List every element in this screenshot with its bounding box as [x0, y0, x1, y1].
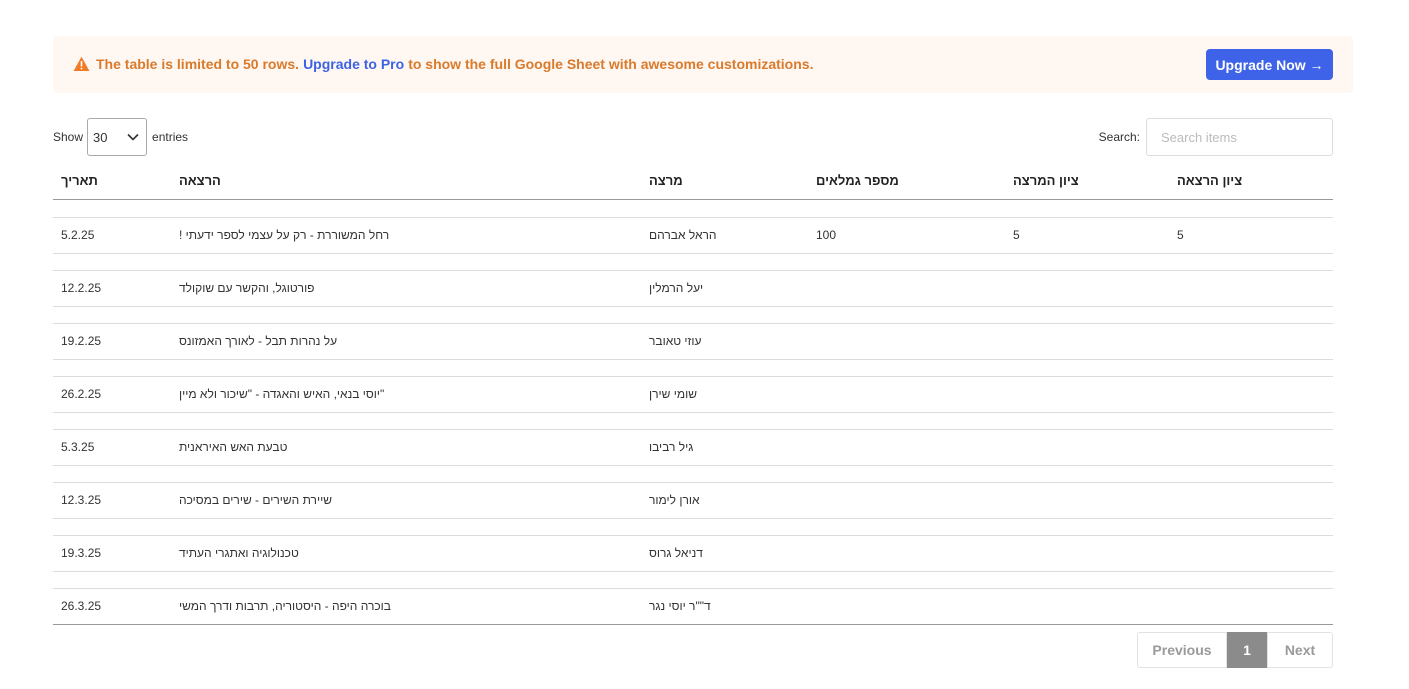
table-row: 19.2.25 על נהרות תבל - לאורך האמזונס עוזי … — [53, 323, 1333, 360]
search-input[interactable] — [1146, 118, 1333, 156]
search-control: Search: — [1099, 118, 1333, 156]
banner-message: The table is limited to 50 rows. Upgrade… — [73, 56, 813, 72]
cell-date: 12.3.25 — [61, 493, 102, 507]
data-table: תאריך הרצאה מרצה מספר גמלאים ציון המרצה … — [53, 162, 1333, 625]
cell-lecture: "יוסי בנאי, האיש והאגדה - "שיכור ולא מיי… — [179, 387, 385, 401]
header-lecture[interactable]: הרצאה — [179, 173, 221, 188]
table-body: 5.2.25 רחל המשוררת - רק על עצמי לספר ידעת… — [53, 217, 1333, 625]
upgrade-to-pro-link[interactable]: Upgrade to Pro — [303, 56, 404, 72]
cell-date: 5.2.25 — [61, 228, 95, 242]
cell-lecturer: שומי שירן — [649, 387, 697, 401]
table-row: 12.3.25 שיירת השירים - שירים במסיכה אורן ל… — [53, 482, 1333, 519]
show-label: Show — [53, 130, 84, 144]
previous-page-button[interactable]: Previous — [1137, 632, 1227, 668]
banner-text-before: The table is limited to 50 rows. — [96, 56, 300, 72]
table-row: 12.2.25 פורטוגל, והקשר עם שוקולד יעל הרמלי… — [53, 270, 1333, 307]
header-lecturer[interactable]: מרצה — [649, 173, 683, 188]
page-1-button[interactable]: 1 — [1227, 632, 1267, 668]
cell-lecture: בוכרה היפה - היסטוריה, תרבות ודרך המשי — [179, 599, 391, 613]
cell-lecturer: ד""ר יוסי נגר — [649, 599, 711, 613]
cell-lecture-score: 5 — [1177, 228, 1184, 242]
table-row: 5.3.25 טבעת האש האיראנית גיל רביבו — [53, 429, 1333, 466]
cell-lecturer: אורן לימור — [649, 493, 700, 507]
cell-lecturer-score: 5 — [1013, 228, 1020, 242]
pagination: Previous 1 Next — [1137, 632, 1333, 668]
cell-lecturer: יעל הרמלין — [649, 281, 704, 295]
table-row: 19.3.25 טכנולוגיה ואתגרי העתיד דניאל גרוס — [53, 535, 1333, 572]
cell-date: 26.3.25 — [61, 599, 102, 613]
entries-select[interactable]: 30 — [87, 118, 148, 156]
header-lecturer-score[interactable]: ציון המרצה — [1013, 173, 1079, 188]
cell-date: 5.3.25 — [61, 440, 95, 454]
cell-lecture: רחל המשוררת - רק על עצמי לספר ידעתי ! — [179, 228, 390, 242]
header-date[interactable]: תאריך — [61, 173, 98, 188]
cell-lecturer: דניאל גרוס — [649, 546, 703, 560]
upgrade-now-button[interactable]: Upgrade Now → — [1206, 49, 1333, 80]
cell-lecture: טבעת האש האיראנית — [179, 440, 288, 454]
table-row: 26.3.25 בוכרה היפה - היסטוריה, תרבות ודרך… — [53, 588, 1333, 625]
header-lecture-score[interactable]: ציון הרצאה — [1177, 173, 1242, 188]
next-page-button[interactable]: Next — [1267, 632, 1333, 668]
entries-control: Show 30 entries — [53, 118, 188, 156]
entries-select-value: 30 — [93, 130, 108, 145]
table-row: 26.2.25 "יוסי בנאי, האיש והאגדה - "שיכור … — [53, 376, 1333, 413]
cell-lecturer: עוזי טאובר — [649, 334, 702, 348]
cell-date: 12.2.25 — [61, 281, 102, 295]
table-header-row: תאריך הרצאה מרצה מספר גמלאים ציון המרצה … — [53, 162, 1333, 200]
cell-lecturer: הראל אברהם — [649, 228, 717, 242]
upgrade-banner: The table is limited to 50 rows. Upgrade… — [53, 36, 1353, 93]
cell-lecture: פורטוגל, והקשר עם שוקולד — [179, 281, 315, 295]
chevron-down-icon — [127, 133, 139, 141]
cell-date: 26.2.25 — [61, 387, 102, 401]
banner-text-after: to show the full Google Sheet with aweso… — [408, 56, 814, 72]
cell-date: 19.3.25 — [61, 546, 102, 560]
table-row: 5.2.25 רחל המשוררת - רק על עצמי לספר ידעת… — [53, 217, 1333, 254]
warning-icon — [73, 56, 90, 71]
cell-lecturer: גיל רביבו — [649, 440, 694, 454]
header-retirees-count[interactable]: מספר גמלאים — [816, 173, 899, 188]
cell-lecture: שיירת השירים - שירים במסיכה — [179, 493, 332, 507]
cell-retirees-count: 100 — [816, 228, 837, 242]
cell-lecture: על נהרות תבל - לאורך האמזונס — [179, 334, 338, 348]
cell-lecture: טכנולוגיה ואתגרי העתיד — [179, 546, 299, 560]
search-label: Search: — [1098, 130, 1140, 144]
cell-date: 19.2.25 — [61, 334, 102, 348]
entries-label: entries — [152, 130, 189, 144]
